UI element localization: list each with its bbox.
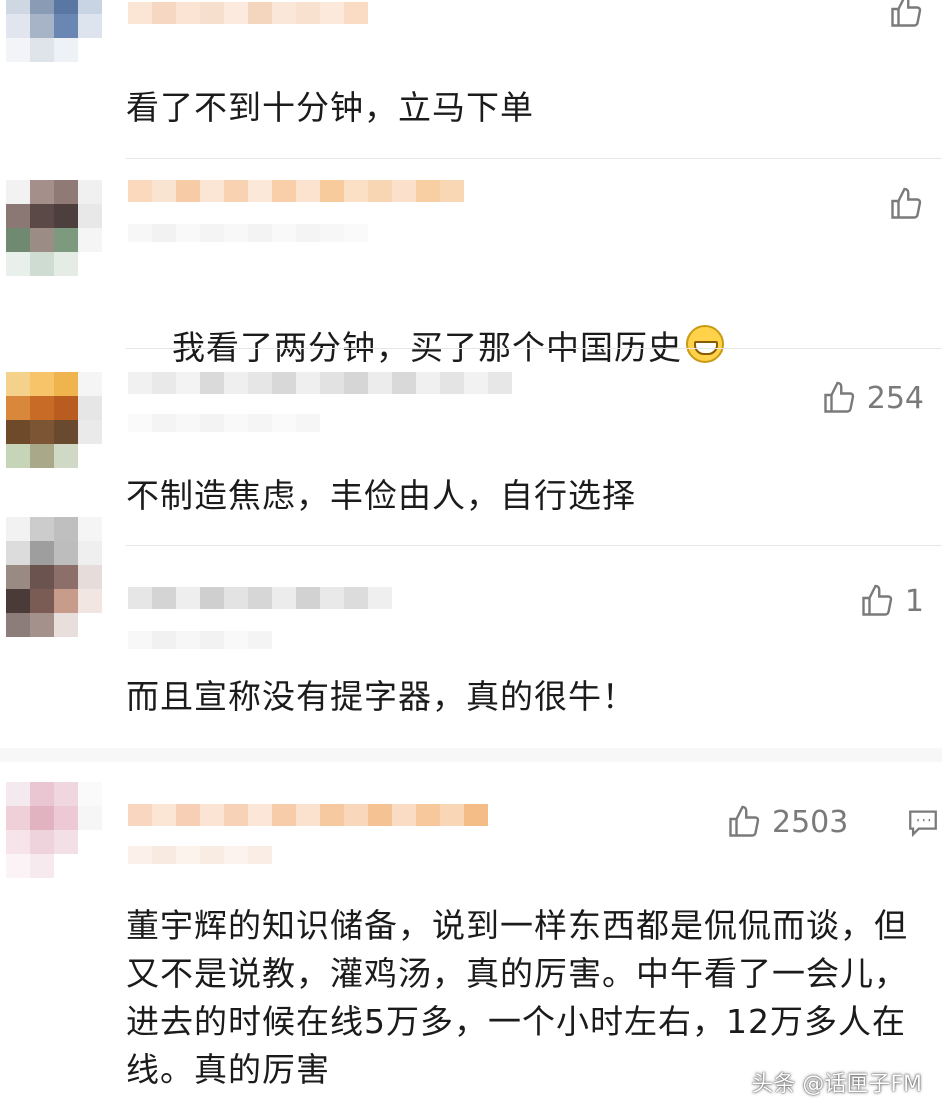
username-blurred[interactable] — [128, 180, 464, 202]
watermark: 头条 @话匣子FM — [751, 1072, 922, 1097]
username-blurred[interactable] — [128, 2, 368, 24]
avatar[interactable] — [6, 180, 102, 276]
meta-blurred — [128, 846, 272, 864]
thumbs-up-icon — [862, 584, 893, 616]
like-button[interactable]: 254 — [821, 380, 924, 416]
meta-blurred — [128, 631, 272, 649]
comment-1: 看了不到十分钟，立马下单 — [0, 0, 942, 160]
avatar[interactable] — [6, 372, 102, 468]
like-count: 2503 — [772, 804, 849, 840]
comment-text: 而且宣称没有提字器，真的很牛！ — [126, 677, 636, 716]
comment-3: 254 不制造焦虑，丰俭由人，自行选择 — [0, 350, 942, 546]
thumbs-up-icon — [891, 0, 922, 27]
username-blurred[interactable] — [128, 587, 392, 609]
avatar[interactable] — [6, 782, 102, 878]
avatar[interactable] — [6, 0, 102, 86]
divider — [126, 158, 942, 159]
like-button[interactable] — [888, 186, 924, 222]
like-count: 1 — [904, 583, 924, 619]
thumbs-up-icon — [729, 805, 760, 837]
divider — [126, 545, 942, 546]
divider — [126, 348, 942, 349]
comment-4: 1 而且宣称没有提字器，真的很牛！ — [0, 517, 942, 747]
meta-blurred — [128, 414, 320, 432]
comment-icon — [909, 810, 937, 838]
username-blurred[interactable] — [128, 804, 488, 826]
comment-text: 不制造焦虑，丰俭由人，自行选择 — [126, 476, 636, 515]
like-count: 254 — [866, 380, 924, 416]
reply-button[interactable] — [906, 806, 940, 842]
meta-blurred — [128, 224, 368, 242]
like-button[interactable]: 1 — [859, 583, 924, 619]
comment-text: 看了不到十分钟，立马下单 — [126, 88, 534, 127]
like-button[interactable]: 2503 — [726, 804, 848, 840]
section-separator — [0, 748, 942, 762]
thumbs-up-icon — [891, 187, 922, 219]
username-blurred[interactable] — [128, 372, 512, 394]
comment-2: 我看了两分钟，买了那个中国历史 — [0, 160, 942, 367]
thumbs-up-icon — [824, 381, 854, 413]
like-button[interactable] — [888, 0, 924, 30]
avatar[interactable] — [6, 517, 102, 657]
